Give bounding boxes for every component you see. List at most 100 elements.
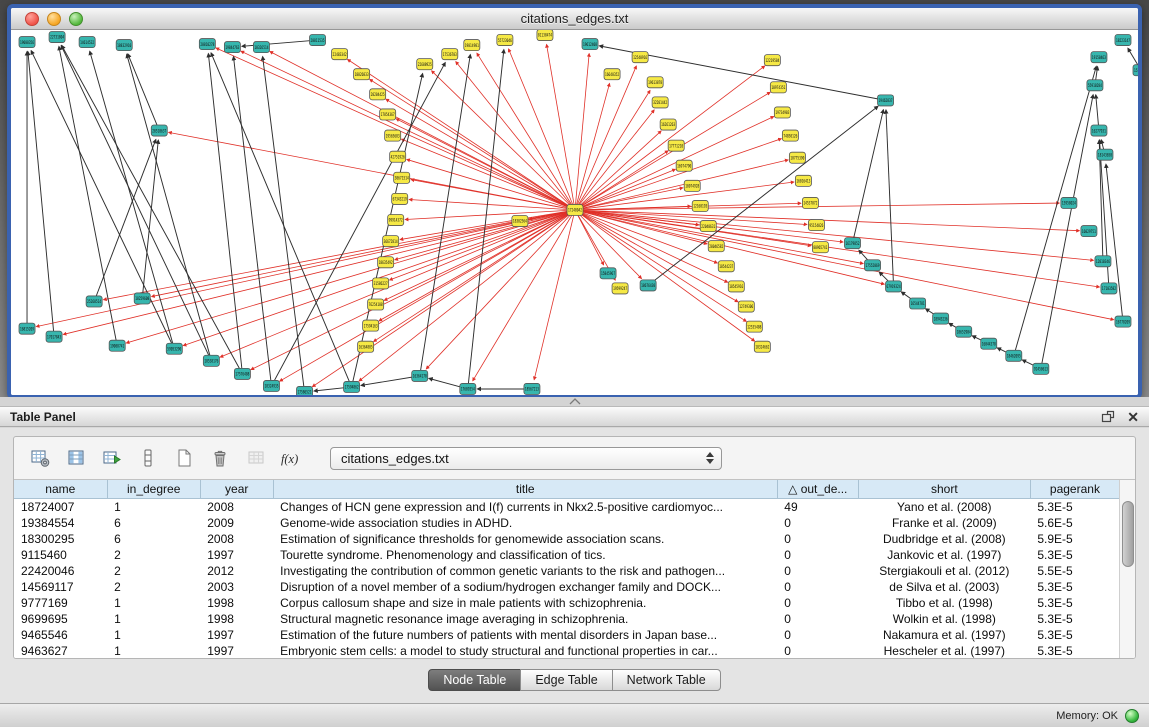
graph-node[interactable]: 19008356 xyxy=(19,37,35,48)
graph-node[interactable]: 18324935 xyxy=(263,380,279,391)
graph-edge[interactable] xyxy=(409,200,575,210)
graph-node[interactable]: 20204425 xyxy=(370,89,386,100)
graph-node[interactable]: 18676430 xyxy=(640,280,656,291)
graph-node[interactable]: 19734903 xyxy=(774,107,790,118)
graph-node[interactable]: 22040631 xyxy=(700,221,716,232)
graph-edge[interactable] xyxy=(142,140,158,298)
graph-node[interactable]: 20046582 xyxy=(708,241,724,252)
graph-node[interactable]: 18544237 xyxy=(718,261,734,272)
close-window-button[interactable] xyxy=(25,12,39,26)
table-row[interactable]: 969969511998Structural magnetic resonanc… xyxy=(14,611,1120,627)
graph-node[interactable]: 15148963 xyxy=(1133,65,1138,76)
graph-node[interactable]: 14614532 xyxy=(79,37,95,48)
graph-edge[interactable] xyxy=(103,210,575,300)
graph-node[interactable]: 16179852 xyxy=(844,238,860,249)
column-header-in_degree[interactable]: in_degree xyxy=(107,480,200,499)
graph-edge[interactable] xyxy=(575,117,774,210)
panel-splitter[interactable] xyxy=(0,397,1149,406)
table-row[interactable]: 2242004622012Investigating the contribut… xyxy=(14,563,1120,579)
table-row[interactable]: 1456911722003Disruption of a novel membe… xyxy=(14,579,1120,595)
graph-node[interactable]: 20510637 xyxy=(151,125,167,136)
graph-node[interactable]: 16640352 xyxy=(604,69,620,80)
graph-node[interactable]: 30671514 xyxy=(394,172,410,183)
graph-node[interactable]: 18775390 xyxy=(789,152,805,163)
table-options-icon[interactable] xyxy=(26,445,53,472)
graph-node[interactable]: 19844763 xyxy=(224,42,240,53)
graph-node[interactable]: 16815209 xyxy=(19,323,35,334)
graph-edge[interactable] xyxy=(886,110,894,286)
zoom-window-button[interactable] xyxy=(69,12,83,26)
table-row[interactable]: 946362711997Embryonic stem cells: a mode… xyxy=(14,643,1120,658)
graph-node[interactable]: 17240042 xyxy=(567,204,583,215)
graph-edge[interactable] xyxy=(575,210,1093,260)
graph-edge[interactable] xyxy=(420,55,471,376)
graph-edge[interactable] xyxy=(509,49,575,210)
graph-edge[interactable] xyxy=(127,54,212,361)
column-header-pagerank[interactable]: pagerank xyxy=(1030,480,1119,499)
float-panel-icon[interactable] xyxy=(1101,410,1115,423)
graph-node[interactable]: 18259608 xyxy=(134,293,150,304)
graph-edge[interactable] xyxy=(211,53,352,387)
graph-edge[interactable] xyxy=(648,106,878,285)
graph-edge[interactable] xyxy=(28,52,54,337)
graph-node[interactable]: 12540916 xyxy=(632,52,648,63)
graph-node[interactable]: 19462837 xyxy=(878,95,894,106)
column-header-title[interactable]: title xyxy=(273,480,777,499)
graph-edge[interactable] xyxy=(575,210,1114,320)
graph-node[interactable]: 18302564 xyxy=(512,216,528,227)
network-svg[interactable]: 1724004222483342180268332020442517854367… xyxy=(11,30,1138,395)
graph-node[interactable]: 16261263 xyxy=(660,119,676,130)
graph-edge[interactable] xyxy=(384,210,575,300)
graph-node[interactable]: 16364805 xyxy=(358,341,374,352)
graph-node[interactable]: 55910284 xyxy=(1087,80,1103,91)
graph-node[interactable]: 18538176 xyxy=(203,355,219,366)
graph-edge[interactable] xyxy=(575,210,863,264)
graph-node[interactable]: 14537872 xyxy=(802,197,818,208)
graph-node[interactable]: 59053290 xyxy=(166,343,182,354)
graph-node[interactable]: 22731804 xyxy=(49,32,65,43)
graph-node[interactable]: 18462095 xyxy=(1006,350,1022,361)
graph-node[interactable]: 31586227 xyxy=(373,278,389,289)
graph-edge[interactable] xyxy=(216,48,575,210)
window-titlebar[interactable]: citations_edges.txt xyxy=(11,8,1138,30)
graph-node[interactable]: 17609354 xyxy=(460,383,476,394)
graph-edge[interactable] xyxy=(575,66,636,210)
table-row[interactable]: 911546021997Tourette syndrome. Phenomeno… xyxy=(14,547,1120,563)
delete-rows-icon[interactable] xyxy=(206,445,233,472)
graph-node[interactable]: 67343219 xyxy=(392,193,408,204)
column-header-year[interactable]: year xyxy=(200,480,273,499)
table-row[interactable]: 1938455462009Genome-wide association stu… xyxy=(14,515,1120,531)
row-height-icon[interactable] xyxy=(134,445,161,472)
graph-node[interactable]: 25260514 xyxy=(86,296,102,307)
graph-node[interactable]: 19150463 xyxy=(1091,52,1107,63)
graph-node[interactable]: 16778209 xyxy=(1115,316,1131,327)
graph-node[interactable]: 19014981 xyxy=(464,40,480,51)
graph-node[interactable]: 81130474 xyxy=(537,30,553,41)
graph-node[interactable]: 17552069 xyxy=(865,260,881,271)
graph-node[interactable]: 12160193 xyxy=(692,200,708,211)
graph-node[interactable]: 17854367 xyxy=(380,109,396,120)
graph-node[interactable]: 42751926 xyxy=(390,151,406,162)
graph-node[interactable]: 17536703 xyxy=(442,49,458,60)
close-panel-icon[interactable]: ✕ xyxy=(1127,410,1139,424)
new-document-icon[interactable] xyxy=(170,445,197,472)
graph-node[interactable]: 17594862 xyxy=(344,381,360,392)
graph-node[interactable]: 16029751 xyxy=(1081,226,1097,237)
graph-node[interactable]: 12749306 xyxy=(738,301,754,312)
graph-edge[interactable] xyxy=(456,62,575,210)
graph-edge[interactable] xyxy=(208,54,242,374)
column-header-short[interactable]: short xyxy=(858,480,1030,499)
graph-node[interactable]: 99914372 xyxy=(388,215,404,226)
scrollbar-thumb[interactable] xyxy=(1122,501,1134,567)
graph-node[interactable]: 10974351 xyxy=(770,82,786,93)
graph-node[interactable]: 16044378 xyxy=(981,338,997,349)
graph-edge[interactable] xyxy=(575,54,589,210)
graph-node[interactable]: 12010346 xyxy=(1095,256,1111,267)
graph-edge[interactable] xyxy=(233,57,271,386)
graph-edge[interactable] xyxy=(36,210,575,327)
graph-node[interactable]: 19565683 xyxy=(385,130,401,141)
graph-edge[interactable] xyxy=(271,63,445,386)
graph-node[interactable]: 18026833 xyxy=(354,69,370,80)
column-header-name[interactable]: name xyxy=(14,480,107,499)
graph-edge[interactable] xyxy=(575,110,654,210)
